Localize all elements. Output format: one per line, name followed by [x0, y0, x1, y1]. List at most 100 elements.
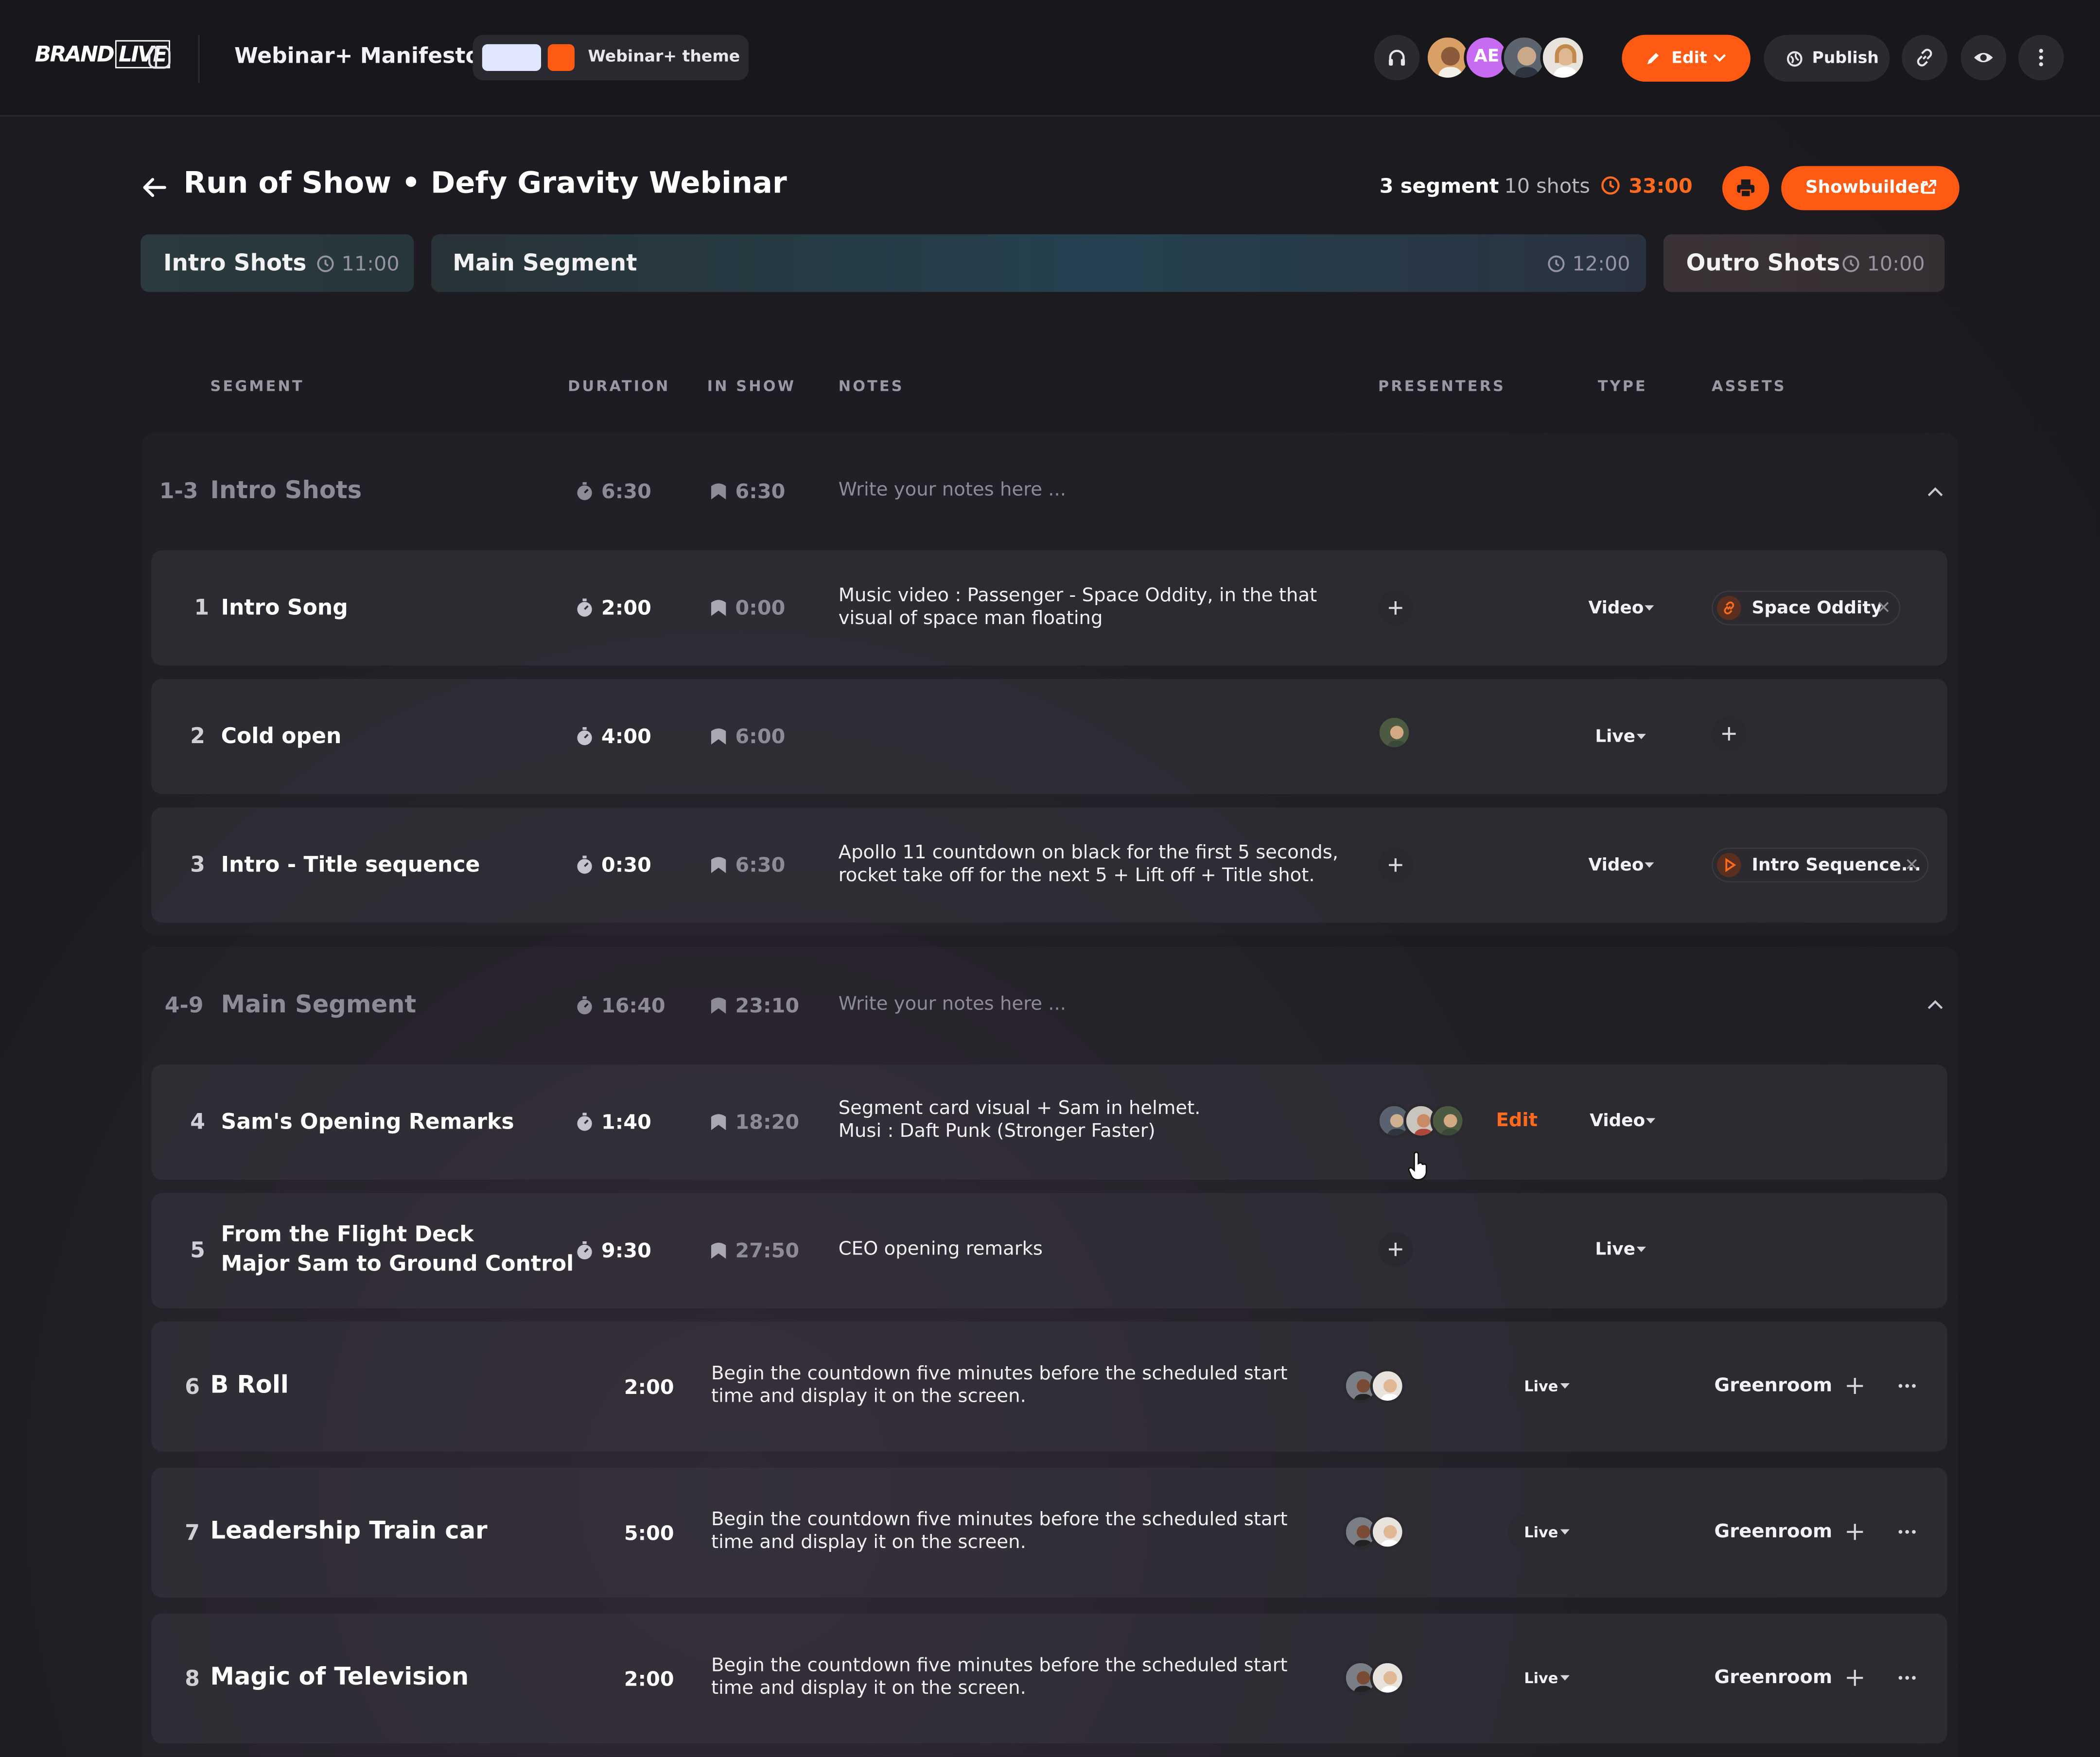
page-title: Run of Show • Defy Gravity Webinar [183, 167, 787, 201]
location-chip[interactable]: Greenroom [1702, 1660, 1833, 1695]
row-duration[interactable]: 1:40 [576, 1110, 651, 1134]
plus-icon [1389, 601, 1402, 615]
caret-down-icon [1560, 1529, 1570, 1535]
remove-asset-icon[interactable]: ✕ [1905, 856, 1919, 876]
external-link-icon [1922, 180, 1937, 194]
row-more-button[interactable] [1890, 1514, 1925, 1549]
type-dropdown[interactable]: Video [1571, 847, 1669, 883]
row-more-button[interactable] [1890, 1660, 1925, 1695]
row-duration[interactable]: 0:30 [576, 853, 651, 877]
horizontal-dots-icon [1898, 1384, 1916, 1388]
row-notes[interactable]: Music video : Passenger - Space Oddity, … [839, 585, 1317, 631]
row-name[interactable]: Intro - Title sequence [221, 850, 480, 880]
type-dropdown[interactable]: Video [1572, 1103, 1670, 1138]
type-dropdown[interactable]: Live [1579, 1232, 1661, 1267]
row-name[interactable]: Magic of Television [210, 1663, 469, 1693]
row-notes[interactable]: Apollo 11 countdown on black for the fir… [839, 842, 1338, 888]
segment-tab-duration-value: 10:00 [1867, 251, 1925, 276]
row-name[interactable]: Sam's Opening Remarks [221, 1107, 514, 1137]
row-notes[interactable]: CEO opening remarks [839, 1238, 1043, 1261]
flag-icon [711, 1114, 726, 1131]
print-button[interactable] [1722, 166, 1769, 210]
type-dropdown[interactable]: Live [1508, 1660, 1586, 1695]
segment-tab-main-segment[interactable]: Main Segment 12:00 [431, 234, 1646, 292]
group-notes-input[interactable]: Write your notes here ... [839, 479, 1066, 501]
group-duration-value: 6:30 [601, 479, 651, 504]
plus-icon[interactable] [1846, 1669, 1865, 1687]
asset-chip[interactable]: Intro Sequence... ✕ [1712, 847, 1929, 883]
location-label: Greenroom [1714, 1521, 1833, 1543]
segment-tab-outro-shots[interactable]: Outro Shots 10:00 [1663, 234, 1945, 292]
row-duration[interactable]: 2:00 [624, 1667, 674, 1691]
table-row[interactable] [151, 678, 1947, 794]
type-label: Live [1595, 1240, 1636, 1260]
chevron-up-icon[interactable] [1926, 995, 1945, 1014]
row-duration-value: 4:00 [601, 724, 651, 749]
preview-button[interactable] [1960, 35, 2007, 81]
add-presenter-button[interactable] [1378, 590, 1413, 626]
note-line: rocket take off for the next 5 + Lift of… [838, 865, 1315, 887]
headphones-icon [1389, 50, 1405, 66]
stopwatch-icon [577, 1241, 592, 1260]
segment-tab-intro-shots[interactable]: Intro Shots 11:00 [140, 234, 414, 292]
location-chip[interactable]: Greenroom [1702, 1368, 1833, 1404]
edit-presenters-link[interactable]: Edit [1496, 1110, 1538, 1131]
note-line: Begin the countdown five minutes before … [711, 1509, 1288, 1531]
row-duration[interactable]: 5:00 [624, 1521, 674, 1546]
back-arrow-icon[interactable] [140, 174, 167, 201]
presenter-avatar[interactable] [1377, 715, 1412, 750]
headphones-button[interactable] [1374, 35, 1420, 81]
more-menu-button[interactable] [2018, 35, 2064, 81]
presenter-avatar[interactable] [1430, 1103, 1466, 1138]
type-dropdown[interactable]: Live [1508, 1514, 1586, 1549]
caret-down-icon [1645, 605, 1654, 611]
add-presenter-button[interactable] [1378, 847, 1413, 883]
row-notes[interactable]: Begin the countdown five minutes before … [711, 1509, 1288, 1555]
chevron-up-icon[interactable] [1926, 482, 1945, 501]
copy-link-button[interactable] [1902, 35, 1947, 81]
shot-count: 10 shots [1504, 174, 1590, 198]
remove-asset-icon[interactable]: ✕ [1876, 599, 1891, 619]
group-notes-input[interactable]: Write your notes here ... [839, 993, 1066, 1015]
presenter-avatar[interactable] [1370, 1368, 1405, 1404]
showbuilder-button[interactable]: Showbuilder [1781, 166, 1960, 210]
presenter-avatar[interactable] [1370, 1514, 1405, 1549]
edit-button[interactable]: Edit [1622, 35, 1750, 82]
row-notes[interactable]: Begin the countdown five minutes before … [711, 1655, 1288, 1701]
row-duration[interactable]: 2:00 [576, 596, 651, 620]
add-asset-button[interactable] [1712, 716, 1747, 751]
row-duration[interactable]: 4:00 [576, 724, 651, 749]
theme-selector[interactable]: Webinar+ theme [472, 35, 749, 81]
row-duration[interactable]: 9:30 [576, 1238, 651, 1263]
row-name[interactable]: Cold open [221, 722, 342, 751]
globe-icon [1786, 51, 1802, 67]
collaborator-avatar[interactable] [1540, 35, 1586, 81]
plus-icon[interactable] [1846, 1376, 1865, 1395]
row-name[interactable]: B Roll [210, 1371, 289, 1401]
row-notes[interactable]: Begin the countdown five minutes before … [711, 1363, 1288, 1409]
row-notes[interactable]: Segment card visual + Sam in helmet. Musi… [839, 1098, 1201, 1144]
type-dropdown[interactable]: Video [1571, 590, 1669, 626]
row-name[interactable]: From the Flight Deck Major Sam to Ground … [221, 1220, 574, 1279]
type-label: Live [1524, 1670, 1558, 1687]
location-label: Greenroom [1714, 1375, 1833, 1397]
caret-down-icon [1560, 1675, 1570, 1681]
asset-chip[interactable]: Space Oddity ✕ [1712, 590, 1901, 626]
column-header-type: TYPE [1597, 377, 1647, 395]
publish-button[interactable]: Publish [1764, 35, 1890, 82]
row-index: 1 [194, 594, 210, 620]
type-dropdown[interactable]: Live [1579, 719, 1661, 754]
location-chip[interactable]: Greenroom [1702, 1514, 1833, 1549]
sidebar-toggle-icon[interactable] [147, 46, 172, 70]
row-more-button[interactable] [1890, 1368, 1925, 1404]
row-duration[interactable]: 2:00 [624, 1375, 674, 1399]
row-name[interactable]: Intro Song [221, 593, 348, 623]
type-dropdown[interactable]: Live [1508, 1368, 1586, 1404]
segment-tab-name: Main Segment [453, 250, 637, 278]
plus-icon[interactable] [1846, 1523, 1865, 1542]
row-name[interactable]: Leadership Train car [210, 1517, 488, 1547]
flag-icon [711, 483, 726, 500]
presenter-avatar[interactable] [1370, 1660, 1405, 1695]
location-label: Greenroom [1714, 1667, 1833, 1689]
add-presenter-button[interactable] [1378, 1232, 1413, 1267]
